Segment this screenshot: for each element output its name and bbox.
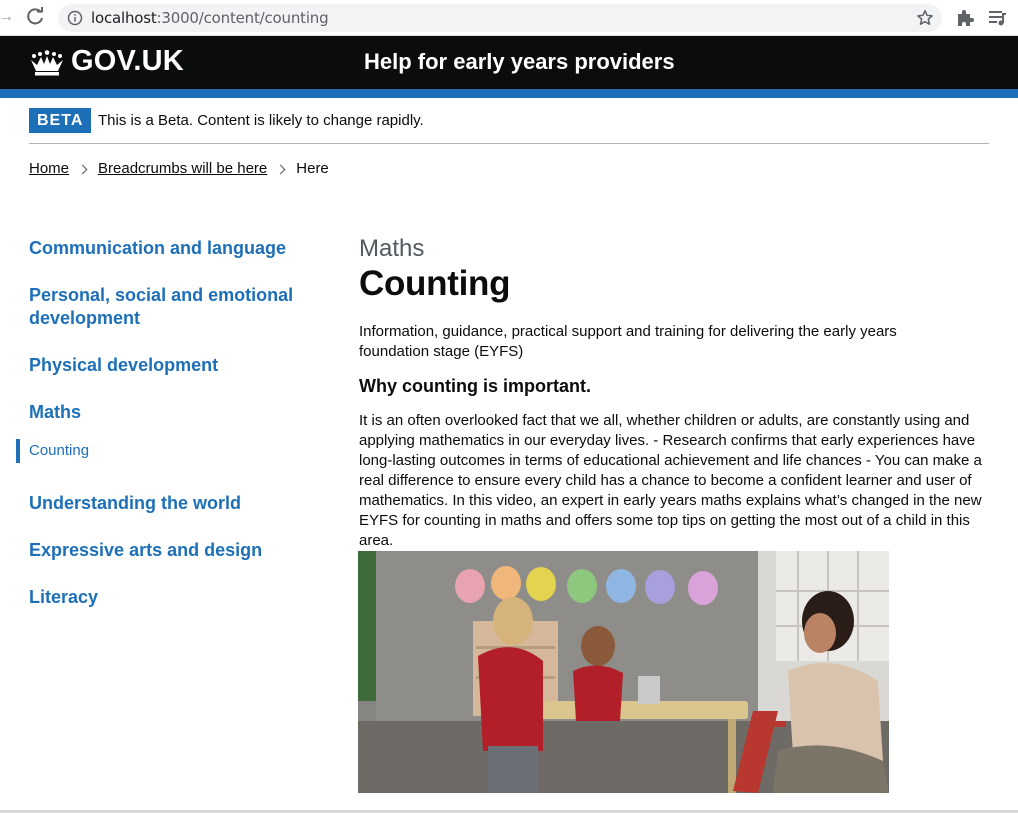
puzzle-extension-icon[interactable] (955, 8, 975, 28)
breadcrumb: Home Breadcrumbs will be here Here (29, 159, 329, 179)
sidenav-item-literacy[interactable]: Literacy (29, 586, 319, 609)
url-path: :3000/content/counting (156, 9, 329, 27)
page-caption: Maths (359, 235, 425, 262)
page-title: Counting (359, 264, 511, 303)
beta-tag: BETA (29, 108, 92, 133)
sidenav-item-maths[interactable]: Maths (29, 401, 319, 424)
reload-icon[interactable] (24, 6, 46, 28)
service-name[interactable]: Help for early years providers (364, 49, 675, 75)
forward-arrow-icon[interactable]: → (0, 7, 14, 27)
sidenav-item-communication[interactable]: Communication and language (29, 237, 319, 260)
section-heading: Why counting is important. (359, 376, 591, 396)
breadcrumb-middle-link[interactable]: Breadcrumbs will be here (98, 159, 267, 179)
chevron-right-icon (77, 164, 88, 174)
sidenav-item-physical[interactable]: Physical development (29, 354, 319, 377)
body-paragraph: It is an often overlooked fact that we a… (359, 412, 982, 549)
browser-toolbar: → localhost:3000/content/counting (0, 0, 1018, 36)
header-underline (0, 89, 1018, 98)
phase-banner: BETA This is a Beta. Content is likely t… (29, 98, 989, 144)
info-icon[interactable] (67, 10, 83, 26)
breadcrumb-home-link[interactable]: Home (29, 159, 69, 179)
sidenav-item-expressive-arts[interactable]: Expressive arts and design (29, 539, 319, 562)
crown-icon (28, 49, 66, 77)
page-lede: Information, guidance, practical support… (359, 323, 897, 360)
site-header: GOV.UK Help for early years providers (0, 36, 1018, 89)
url-host: localhost (91, 9, 157, 27)
phase-banner-text: This is a Beta. Content is likely to cha… (98, 112, 424, 129)
video-thumbnail (358, 551, 889, 793)
chevron-right-icon (275, 164, 286, 174)
address-bar[interactable]: localhost:3000/content/counting (58, 4, 942, 32)
media-queue-icon[interactable] (987, 8, 1007, 28)
url-text[interactable]: localhost:3000/content/counting (91, 9, 329, 27)
sidenav-item-personal-social[interactable]: Personal, social and emotional developme… (29, 284, 319, 330)
govuk-logo[interactable]: GOV.UK (71, 44, 184, 78)
sidenav-item-understanding-world[interactable]: Understanding the world (29, 492, 319, 515)
video-player[interactable] (358, 551, 889, 793)
bookmark-star-icon[interactable] (916, 9, 934, 27)
breadcrumb-current: Here (296, 160, 329, 177)
sidenav-subitem-counting[interactable]: Counting (16, 439, 216, 463)
